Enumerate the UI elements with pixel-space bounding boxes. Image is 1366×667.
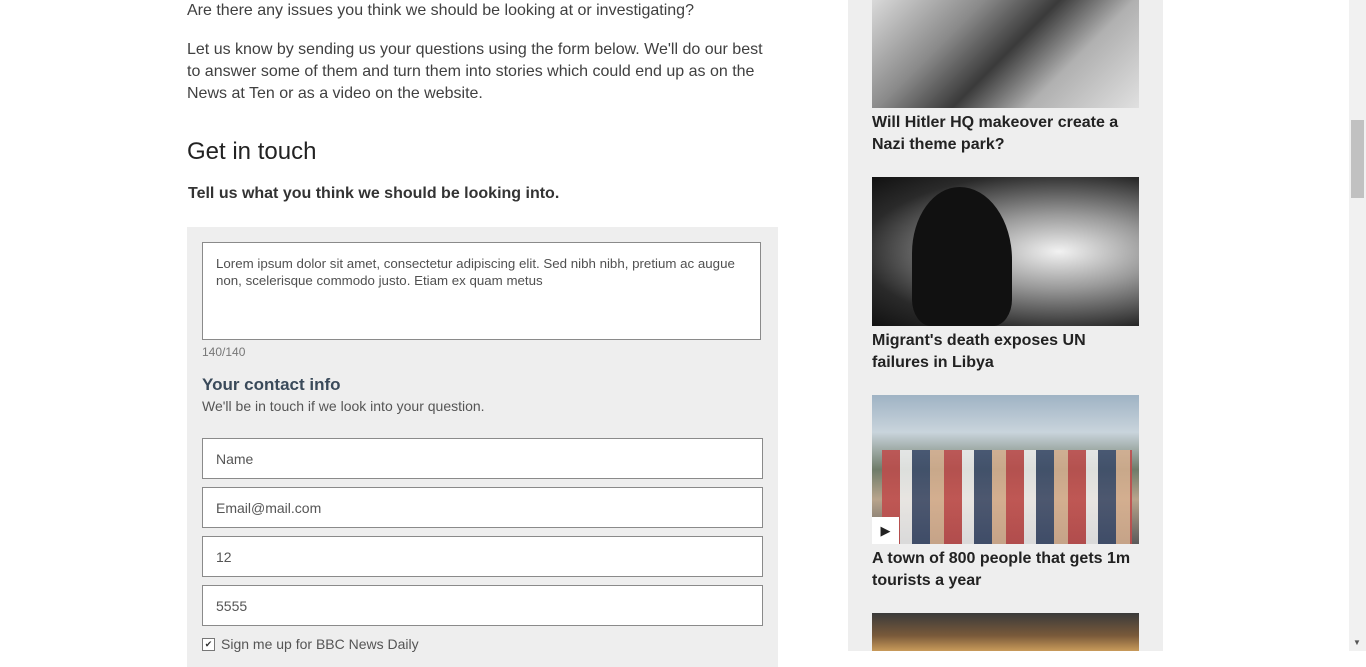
age-field[interactable]: [202, 536, 763, 577]
story-title[interactable]: Will Hitler HQ makeover create a Nazi th…: [872, 112, 1139, 156]
newsletter-checkbox[interactable]: ✔: [202, 637, 215, 651]
name-field[interactable]: [202, 438, 763, 479]
story-thumbnail[interactable]: [872, 613, 1139, 651]
newsletter-option[interactable]: ✔ Sign me up for BBC News Daily: [202, 636, 419, 652]
story-next[interactable]: [872, 613, 1139, 651]
story-tourist-town[interactable]: ▶ A town of 800 people that gets 1m tour…: [872, 395, 1139, 592]
checkmark-icon: ✔: [204, 638, 213, 649]
story-title[interactable]: A town of 800 people that gets 1m touris…: [872, 548, 1139, 592]
question-textarea[interactable]: Lorem ipsum dolor sit amet, consectetur …: [202, 242, 761, 340]
scroll-down-icon[interactable]: ▼: [1353, 639, 1361, 647]
play-icon[interactable]: ▶: [872, 517, 899, 544]
tourists-image: [882, 450, 1132, 544]
newsletter-label: Sign me up for BBC News Daily: [221, 636, 419, 652]
story-thumbnail[interactable]: ▶: [872, 395, 1139, 544]
story-title[interactable]: Migrant's death exposes UN failures in L…: [872, 330, 1139, 374]
char-counter: 140/140: [202, 345, 246, 359]
story-thumbnail[interactable]: [872, 0, 1139, 108]
page-scrollbar[interactable]: ▼: [1349, 0, 1366, 651]
silhouette-image: [912, 187, 1012, 326]
scrollbar-thumb[interactable]: [1351, 120, 1364, 198]
related-stories-sidebar: Will Hitler HQ makeover create a Nazi th…: [848, 0, 1163, 651]
story-migrant-death[interactable]: Migrant's death exposes UN failures in L…: [872, 177, 1139, 374]
intro-paragraph: Let us know by sending us your questions…: [187, 41, 763, 102]
contact-info-subtitle: We'll be in touch if we look into your q…: [202, 398, 485, 414]
form-subheading: Tell us what you think we should be look…: [188, 185, 560, 202]
story-hitler-hq[interactable]: Will Hitler HQ makeover create a Nazi th…: [872, 0, 1139, 156]
email-field[interactable]: [202, 487, 763, 528]
intro-question: Are there any issues you think we should…: [187, 2, 694, 19]
phone-field[interactable]: [202, 585, 763, 626]
story-thumbnail[interactable]: [872, 177, 1139, 326]
contact-info-title: Your contact info: [202, 375, 341, 394]
question-form: Lorem ipsum dolor sit amet, consectetur …: [187, 227, 778, 667]
page-heading: Get in touch: [187, 138, 317, 165]
